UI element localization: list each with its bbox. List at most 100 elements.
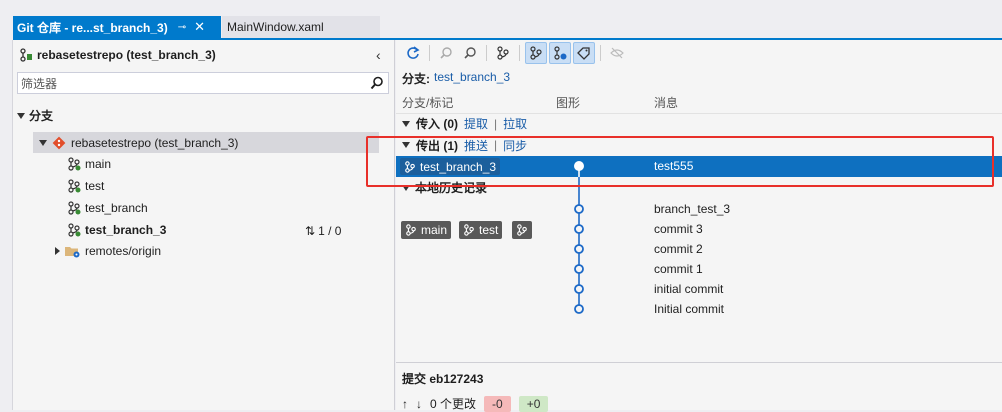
branch-graph-button[interactable]	[492, 42, 514, 64]
graph-node	[574, 244, 584, 254]
search-commits-button[interactable]	[435, 42, 457, 64]
incoming-label: 传入 (0)	[416, 117, 459, 131]
pull-link[interactable]: 拉取	[503, 115, 527, 132]
search-icon[interactable]	[370, 76, 384, 90]
tag-icon	[577, 47, 590, 60]
left-tool-strip	[0, 40, 13, 410]
commit-graph	[574, 177, 584, 314]
branch-chip-test[interactable]: test	[459, 221, 503, 239]
commit-message[interactable]: commit 1	[654, 262, 703, 276]
expand-icon[interactable]	[55, 247, 60, 255]
git-diamond-icon	[52, 136, 66, 150]
separator: |	[494, 138, 498, 152]
commit-message[interactable]: initial commit	[654, 282, 723, 296]
tab-git-repository[interactable]: Git 仓库 - re...st_branch_3) ⊸ ✕	[13, 16, 221, 38]
branch-chip-main[interactable]: main	[401, 221, 452, 239]
commit-message[interactable]: Initial commit	[654, 302, 724, 316]
commit-details-title: 提交 eb127243	[402, 372, 484, 386]
arrow-up-icon[interactable]: ↑	[402, 397, 408, 411]
branch-tag[interactable]: test_branch_3	[400, 158, 501, 175]
expand-icon[interactable]	[17, 112, 25, 119]
arrow-down-icon[interactable]: ↓	[416, 397, 422, 411]
local-history-group[interactable]: 本地历史记录	[402, 179, 487, 196]
changes-count: 0 个更改	[430, 397, 477, 411]
refresh-button[interactable]	[402, 42, 424, 64]
top-bar	[0, 0, 1002, 16]
toolbar-separator	[600, 45, 601, 61]
changes-bar: ↑ ↓ 0 个更改 -0 +0	[402, 395, 549, 412]
added-lines-badge: +0	[518, 395, 549, 412]
graph-node	[574, 284, 584, 294]
repo-node-label: rebasetestrepo (test_branch_3)	[71, 135, 239, 150]
hide-button[interactable]	[606, 42, 628, 64]
branch-icon	[67, 179, 81, 193]
eye-off-icon	[610, 47, 624, 59]
show-tags-toggle[interactable]	[573, 42, 595, 64]
branch-icon	[464, 224, 474, 236]
branch-icon	[530, 46, 542, 60]
branch-value[interactable]: test_branch_3	[434, 70, 510, 87]
column-header-branch-tag[interactable]: 分支/标记	[402, 94, 453, 111]
search-icon	[440, 47, 452, 59]
toolbar-separator	[429, 45, 430, 61]
commit-message[interactable]: commit 3	[654, 222, 703, 236]
commit-message[interactable]: commit 2	[654, 242, 703, 256]
repo-icon	[19, 48, 33, 62]
branches-pane: rebasetestrepo (test_branch_3) ‹ 筛选器 分支 …	[13, 40, 395, 410]
commit-message[interactable]: branch_test_3	[654, 202, 730, 216]
close-icon[interactable]: ✕	[194, 19, 205, 35]
branch-tag-label: test_branch_3	[420, 159, 497, 174]
outgoing-commit-row[interactable]: test_branch_3 test555	[396, 156, 1002, 177]
show-local-branches-toggle[interactable]	[525, 42, 547, 64]
refresh-icon	[407, 46, 420, 59]
fetch-link[interactable]: 提取	[464, 115, 488, 132]
repo-node[interactable]: rebasetestrepo (test_branch_3)	[33, 132, 379, 153]
branch-label: test_branch_3	[85, 223, 167, 237]
filter-placeholder: 筛选器	[21, 76, 58, 91]
branch-label: test	[85, 179, 105, 193]
sync-link[interactable]: 同步	[503, 137, 527, 154]
separator: |	[494, 116, 498, 131]
column-header-message[interactable]: 消息	[654, 94, 678, 111]
branch-item-main[interactable]: main	[67, 154, 111, 174]
search-icon	[464, 47, 476, 59]
branch-icon	[67, 223, 81, 237]
tab-title: MainWindow.xaml	[227, 20, 324, 34]
repo-title: rebasetestrepo (test_branch_3)	[19, 48, 216, 62]
branch-key: 分支:	[402, 72, 430, 86]
expand-icon[interactable]	[402, 142, 410, 148]
show-remote-branches-toggle[interactable]	[549, 42, 571, 64]
filter-commits-button[interactable]	[459, 42, 481, 64]
branch-icon	[517, 224, 527, 236]
column-header-graph[interactable]: 图形	[556, 94, 580, 111]
branch-item-test-branch-3[interactable]: test_branch_3	[67, 220, 166, 240]
branch-chip-more[interactable]	[512, 221, 532, 239]
push-link[interactable]: 推送	[464, 137, 488, 154]
branches-section-header[interactable]: 分支	[17, 107, 53, 124]
tab-mainwindow-xaml[interactable]: MainWindow.xaml	[222, 16, 380, 38]
graph-node	[574, 224, 584, 234]
expand-icon[interactable]	[402, 184, 410, 191]
incoming-group[interactable]: 传入 (0) 提取 | 拉取	[396, 113, 1002, 133]
history-pane: 分支: test_branch_3 分支/标记 图形 消息 传入 (0) 提取 …	[396, 40, 1002, 412]
graph-node	[574, 304, 584, 314]
branch-icon	[67, 157, 81, 171]
toolbar-separator	[519, 45, 520, 61]
up-down-arrows-icon: ⇅	[305, 224, 316, 238]
branch-item-test-branch[interactable]: test_branch	[67, 198, 148, 218]
expand-icon[interactable]	[39, 139, 47, 146]
branch-filter-input[interactable]: 筛选器	[17, 72, 389, 94]
section-label: 分支	[29, 109, 54, 123]
chip-label: test	[479, 223, 499, 237]
repo-title-text: rebasetestrepo (test_branch_3)	[37, 48, 216, 62]
chip-label: main	[421, 223, 448, 237]
outgoing-group[interactable]: 传出 (1) 推送 | 同步	[396, 135, 1002, 155]
remotes-node[interactable]: remotes/origin	[55, 241, 161, 261]
chevron-left-icon[interactable]: ‹	[376, 47, 381, 63]
graph-node	[574, 264, 584, 274]
branch-label: main	[85, 157, 112, 171]
branch-item-test[interactable]: test	[67, 176, 104, 196]
pin-icon[interactable]: ⊸	[178, 22, 186, 33]
tab-title: Git 仓库 - re...st_branch_3)	[17, 20, 168, 35]
expand-icon[interactable]	[402, 120, 410, 127]
